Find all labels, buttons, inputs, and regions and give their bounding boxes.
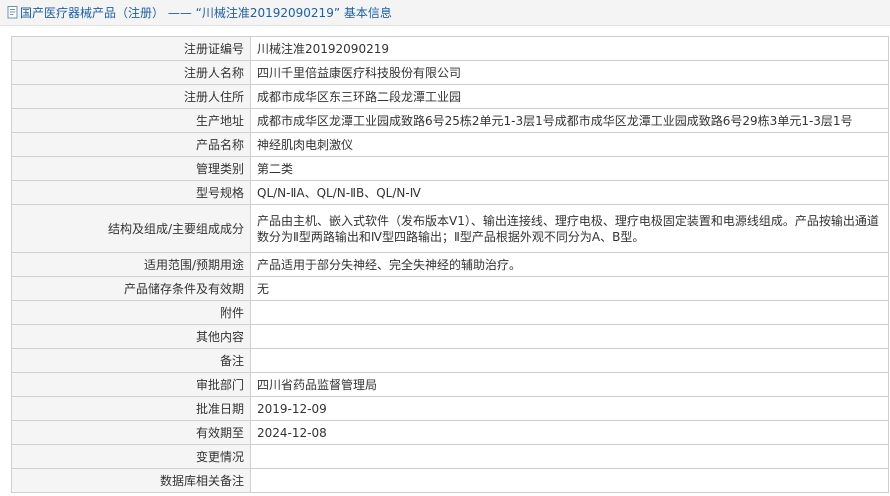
info-table: 注册证编号 川械注准20192090219 注册人名称 四川千里倍益康医疗科技股… [11, 36, 889, 493]
field-value: 产品由主机、嵌入式软件（发布版本V1）、输出连接线、理疗电极、理疗电极固定装置和… [250, 204, 889, 253]
field-value: 产品适用于部分失神经、完全失神经的辅助治疗。 [250, 252, 889, 277]
field-label: 管理类别 [11, 156, 251, 181]
field-label: 数据库相关备注 [11, 468, 251, 493]
field-value: 无 [250, 276, 889, 301]
field-label: 审批部门 [11, 372, 251, 397]
field-value: 四川省药品监督管理局 [250, 372, 889, 397]
field-label: 产品名称 [11, 132, 251, 157]
field-value [250, 468, 889, 493]
table-row: 批准日期 2019-12-09 [11, 396, 889, 421]
field-value: 四川千里倍益康医疗科技股份有限公司 [250, 60, 889, 85]
field-value: 神经肌肉电刺激仪 [250, 132, 889, 157]
table-row: 产品名称 神经肌肉电刺激仪 [11, 132, 889, 157]
field-label: 备注 [11, 348, 251, 373]
field-label: 适用范围/预期用途 [11, 252, 251, 277]
field-label: 变更情况 [11, 444, 251, 469]
field-value [250, 300, 889, 325]
field-label: 生产地址 [11, 108, 251, 133]
table-row: 审批部门 四川省药品监督管理局 [11, 372, 889, 397]
field-value [250, 348, 889, 373]
field-value: 成都市成华区龙潭工业园成致路6号25栋2单元1-3层1号成都市成华区龙潭工业园成… [250, 108, 889, 133]
field-label: 有效期至 [11, 420, 251, 445]
field-value: QL/N-ⅡA、QL/N-ⅡB、QL/N-Ⅳ [250, 180, 889, 205]
table-row: 结构及组成/主要组成成分 产品由主机、嵌入式软件（发布版本V1）、输出连接线、理… [11, 204, 889, 253]
field-value [250, 324, 889, 349]
field-value: 2024-12-08 [250, 420, 889, 445]
field-label: 产品储存条件及有效期 [11, 276, 251, 301]
table-row: 注册人名称 四川千里倍益康医疗科技股份有限公司 [11, 60, 889, 85]
table-row: 其他内容 [11, 324, 889, 349]
table-row: 有效期至 2024-12-08 [11, 420, 889, 445]
table-row: 附件 [11, 300, 889, 325]
field-label: 注册人名称 [11, 60, 251, 85]
field-value [250, 444, 889, 469]
field-label: 附件 [11, 300, 251, 325]
table-row: 注册人住所 成都市成华区东三环路二段龙潭工业园 [11, 84, 889, 109]
field-value: 成都市成华区东三环路二段龙潭工业园 [250, 84, 889, 109]
table-row: 变更情况 [11, 444, 889, 469]
table-row: 产品储存条件及有效期 无 [11, 276, 889, 301]
table-row: 适用范围/预期用途 产品适用于部分失神经、完全失神经的辅助治疗。 [11, 252, 889, 277]
table-row: 数据库相关备注 [11, 468, 889, 493]
field-value: 川械注准20192090219 [250, 36, 889, 61]
table-row: 型号规格 QL/N-ⅡA、QL/N-ⅡB、QL/N-Ⅳ [11, 180, 889, 205]
field-label: 批准日期 [11, 396, 251, 421]
page-title: 国产医疗器械产品（注册） —— “川械注准20192090219” 基本信息 [20, 6, 392, 20]
field-label: 注册人住所 [11, 84, 251, 109]
document-icon [7, 6, 18, 19]
field-value: 2019-12-09 [250, 396, 889, 421]
table-row: 备注 [11, 348, 889, 373]
table-row: 管理类别 第二类 [11, 156, 889, 181]
field-label: 型号规格 [11, 180, 251, 205]
field-value: 第二类 [250, 156, 889, 181]
field-label: 注册证编号 [11, 36, 251, 61]
table-row: 注册证编号 川械注准20192090219 [11, 36, 889, 61]
page-header: 国产医疗器械产品（注册） —— “川械注准20192090219” 基本信息 [0, 0, 890, 26]
field-label: 结构及组成/主要组成成分 [11, 204, 251, 253]
table-row: 生产地址 成都市成华区龙潭工业园成致路6号25栋2单元1-3层1号成都市成华区龙… [11, 108, 889, 133]
field-label: 其他内容 [11, 324, 251, 349]
